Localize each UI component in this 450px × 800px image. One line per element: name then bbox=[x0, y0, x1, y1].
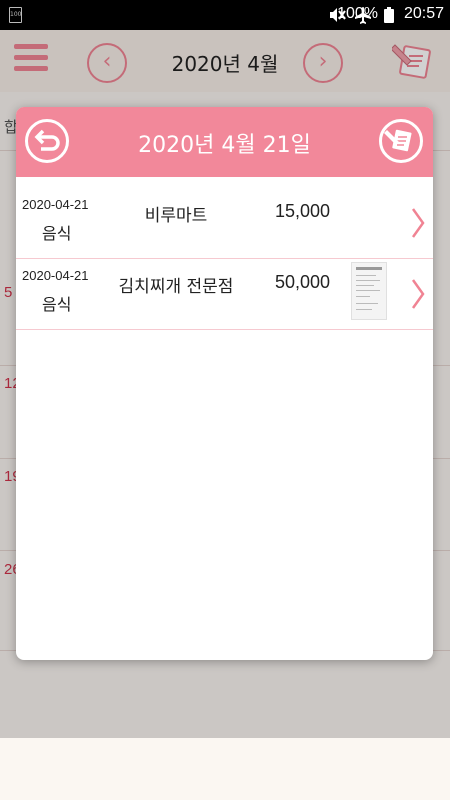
write-memo-button[interactable] bbox=[379, 119, 423, 163]
entry-date: 2020-04-21 bbox=[22, 268, 89, 283]
bottom-area bbox=[0, 738, 450, 800]
memo-pen-icon bbox=[384, 129, 412, 152]
entry-store: 비루마트 bbox=[144, 206, 208, 226]
day-detail-dialog: 2020년 4월 21일 2020-04-21 음식 비루마트 15,000 2… bbox=[16, 107, 433, 660]
back-button[interactable] bbox=[25, 119, 69, 163]
entry-amount: 50,000 bbox=[274, 272, 330, 292]
notification-badge-icon: 100 bbox=[9, 7, 22, 23]
entry-category: 음식 bbox=[42, 295, 72, 314]
entry-amount: 15,000 bbox=[274, 201, 330, 221]
back-arrow-icon bbox=[34, 129, 60, 151]
list-item[interactable]: 2020-04-21 음식 비루마트 15,000 bbox=[16, 187, 433, 259]
list-item[interactable]: 2020-04-21 음식 김치찌개 전문점 50,000 bbox=[16, 258, 433, 330]
receipt-thumbnail[interactable] bbox=[351, 262, 387, 320]
battery-percent: 100% bbox=[337, 5, 378, 22]
chevron-right-icon[interactable] bbox=[411, 278, 425, 310]
chevron-right-icon[interactable] bbox=[411, 207, 425, 239]
clock: 20:57 bbox=[403, 5, 444, 22]
entry-date: 2020-04-21 bbox=[22, 197, 89, 212]
dialog-header: 2020년 4월 21일 bbox=[16, 107, 433, 177]
status-bar: 100 100% 20:57 bbox=[0, 0, 450, 30]
battery-icon bbox=[384, 7, 394, 23]
dialog-title: 2020년 4월 21일 bbox=[138, 133, 311, 158]
entry-store: 김치찌개 전문점 bbox=[118, 277, 234, 297]
entry-category: 음식 bbox=[42, 224, 72, 243]
